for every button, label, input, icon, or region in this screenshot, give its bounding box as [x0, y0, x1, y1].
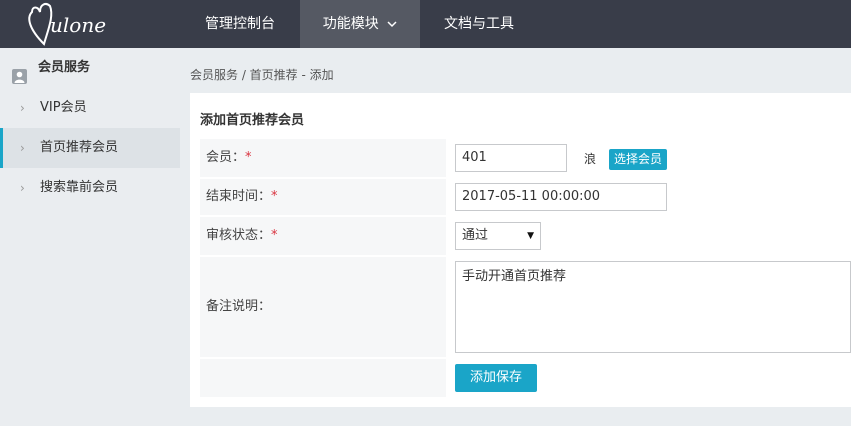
top-navbar: ulone 管理控制台 功能模块 文档与工具 [0, 0, 851, 48]
nav-admin-console[interactable]: 管理控制台 [180, 0, 300, 48]
svg-text:ulone: ulone [50, 13, 106, 37]
member-id-input[interactable]: 401 [455, 144, 567, 172]
chevron-right-icon: › [20, 141, 25, 155]
required-mark: * [245, 150, 252, 165]
nav-function-modules-label: 功能模块 [322, 16, 379, 32]
sidebar-item-homepage-recommend[interactable]: › 首页推荐会员 [0, 128, 180, 168]
dropdown-caret-icon: ▼ [527, 231, 534, 241]
required-mark: * [271, 228, 278, 243]
end-time-input[interactable]: 2017-05-11 00:00:00 [455, 183, 667, 211]
sidebar-item-label: 首页推荐会员 [40, 140, 119, 155]
save-button[interactable]: 添加保存 [455, 364, 537, 392]
review-status-selected: 通过 [462, 228, 489, 243]
member-name-text: 浪 [584, 152, 597, 166]
nav-function-modules[interactable]: 功能模块 [300, 0, 420, 48]
user-icon [12, 61, 27, 84]
review-status-select[interactable]: 通过 ▼ [455, 222, 541, 250]
nav-admin-console-label: 管理控制台 [205, 16, 275, 32]
actions-row-label [200, 359, 446, 397]
sidebar-header: 会员服务 [0, 48, 180, 88]
sidebar-item-search-top[interactable]: › 搜索靠前会员 [0, 168, 180, 208]
chevron-right-icon: › [20, 101, 25, 115]
nav-docs-tools-label: 文档与工具 [444, 16, 514, 32]
sidebar-item-label: VIP会员 [40, 100, 87, 115]
sidebar-item-label: 搜索靠前会员 [40, 180, 119, 195]
breadcrumb: 会员服务 / 首页推荐 - 添加 [190, 68, 334, 82]
form-panel: 添加首页推荐会员 会员：* 401 浪 选择会员 结束时间：* 2017-05-… [190, 93, 851, 407]
brand-logo[interactable]: ulone [24, 0, 124, 48]
required-mark: * [271, 189, 278, 204]
nav-docs-tools[interactable]: 文档与工具 [420, 0, 538, 48]
remark-textarea[interactable]: 手动开通首页推荐 [455, 261, 851, 353]
sidebar-item-vip[interactable]: › VIP会员 [0, 88, 180, 128]
member-label: 会员：* [200, 139, 446, 177]
sidebar-header-label: 会员服务 [38, 60, 91, 75]
sidebar: 会员服务 › VIP会员 › 首页推荐会员 › 搜索靠前会员 [0, 48, 180, 426]
remark-label: 备注说明： [200, 257, 446, 357]
review-status-label: 审核状态：* [200, 217, 446, 255]
chevron-down-icon [387, 0, 397, 48]
form-title: 添加首页推荐会员 [200, 113, 305, 128]
end-time-label: 结束时间：* [200, 179, 446, 215]
chevron-right-icon: › [20, 181, 25, 195]
select-member-button[interactable]: 选择会员 [609, 149, 668, 170]
